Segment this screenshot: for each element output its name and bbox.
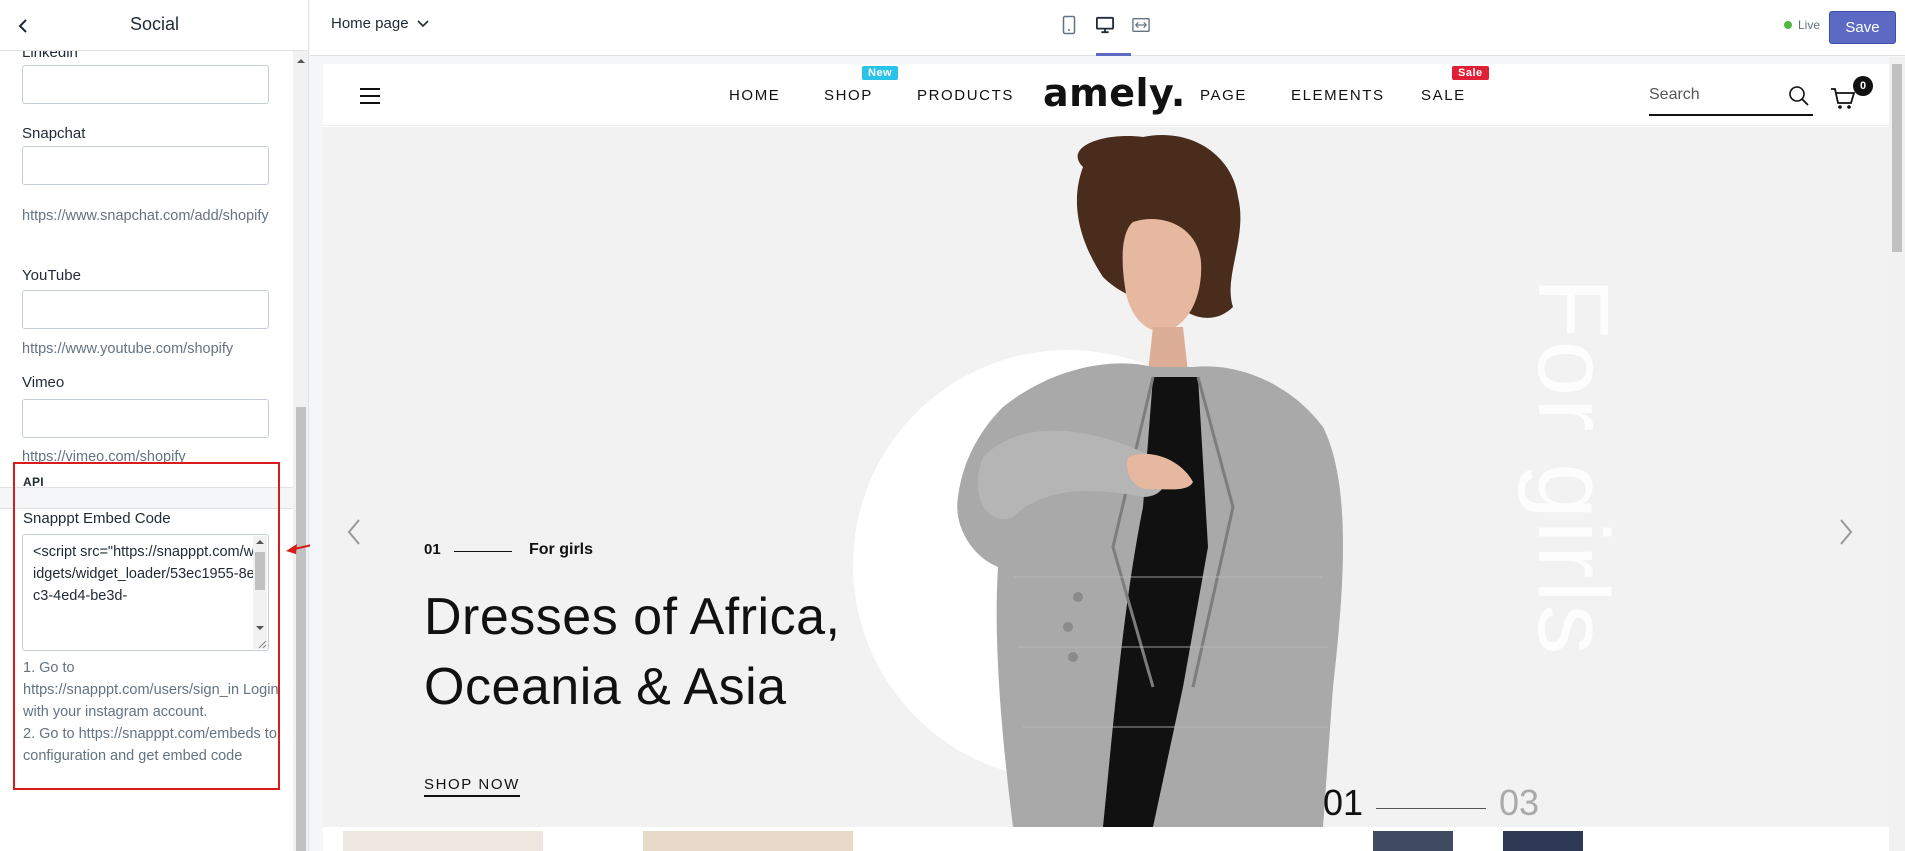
- settings-sidebar: Social Linkedin Snapchat https://www.sna…: [0, 0, 309, 851]
- youtube-help: https://www.youtube.com/shopify: [22, 341, 234, 357]
- pager-line: [1376, 808, 1486, 809]
- nav-page[interactable]: PAGE: [1200, 87, 1247, 104]
- live-status: Live: [1784, 18, 1820, 32]
- fullscreen-view-button[interactable]: [1132, 14, 1150, 36]
- scroll-up-icon[interactable]: [256, 540, 264, 544]
- desktop-view-button[interactable]: [1096, 14, 1114, 36]
- section-thumbnail: [1373, 831, 1453, 851]
- slide-tag: For girls: [529, 541, 594, 558]
- slider-next-icon[interactable]: [1837, 517, 1855, 547]
- nav-products[interactable]: PRODUCTS: [917, 87, 1014, 104]
- search-placeholder: Search: [1649, 86, 1700, 103]
- embed-code-textarea[interactable]: <script src="https://snapppt.com/widgets…: [22, 534, 269, 651]
- store-preview: HOME SHOP New PRODUCTS amely. PAGE ELEME…: [323, 64, 1889, 851]
- mobile-view-button[interactable]: [1060, 14, 1078, 36]
- nav-sale[interactable]: SALE: [1421, 87, 1466, 104]
- store-logo[interactable]: amely.: [1043, 71, 1186, 115]
- live-dot-icon: [1784, 21, 1792, 29]
- slide-number: 01: [424, 541, 441, 558]
- nav-elements[interactable]: ELEMENTS: [1291, 87, 1385, 104]
- page-selector-label: Home page: [331, 15, 409, 32]
- linkedin-label: Linkedin: [22, 51, 78, 61]
- slider-prev-icon[interactable]: [345, 517, 363, 547]
- hero-vertical-text: For girls: [1517, 277, 1630, 657]
- cart-count-badge: 0: [1853, 76, 1873, 96]
- editor-topbar: Home page Live Save: [310, 0, 1905, 56]
- section-thumbnail: [1503, 831, 1583, 851]
- save-button[interactable]: Save: [1829, 11, 1896, 44]
- active-device-indicator: [1096, 53, 1131, 56]
- api-help-text: 1. Go to https://snapppt.com/users/sign_…: [23, 657, 281, 767]
- fullscreen-icon: [1132, 18, 1150, 32]
- chevron-down-icon: [416, 19, 429, 27]
- api-help-line: 2. Go to https://snapppt.com/embeds to c…: [23, 726, 277, 764]
- api-heading: API: [23, 475, 44, 489]
- snapchat-help: https://www.snapchat.com/add/shopify: [22, 208, 269, 224]
- embed-code-label: Snapppt Embed Code: [23, 510, 171, 527]
- search-icon[interactable]: [1788, 85, 1810, 107]
- sidebar-scroll-up-icon[interactable]: [297, 59, 305, 63]
- hero-title: Dresses of Africa, Oceania & Asia: [424, 588, 841, 716]
- vimeo-label: Vimeo: [22, 374, 65, 391]
- nav-shop[interactable]: SHOP: [824, 87, 873, 104]
- textarea-scrollbar[interactable]: [253, 536, 267, 649]
- preview-scroll-thumb[interactable]: [1892, 64, 1902, 252]
- embed-code-value: <script src="https://snapppt.com/widgets…: [33, 544, 255, 604]
- new-badge: New: [862, 66, 899, 80]
- snapchat-label: Snapchat: [22, 125, 86, 142]
- page-selector[interactable]: Home page: [331, 15, 429, 32]
- resize-handle-icon[interactable]: [257, 639, 267, 649]
- sidebar-scrollbar[interactable]: [293, 51, 308, 851]
- pager-total: 03: [1499, 782, 1540, 823]
- sale-badge: Sale: [1452, 66, 1489, 80]
- store-search[interactable]: Search: [1649, 82, 1813, 116]
- hero-model-image: [957, 135, 1343, 827]
- mobile-icon: [1062, 15, 1076, 35]
- scroll-down-icon[interactable]: [256, 626, 264, 630]
- sidebar-header: Social: [0, 0, 308, 51]
- sidebar-title: Social: [129, 14, 180, 34]
- nav-home[interactable]: HOME: [729, 87, 780, 104]
- sidebar-scroll-thumb[interactable]: [296, 407, 306, 851]
- section-thumbnail: [643, 831, 853, 851]
- vimeo-input[interactable]: [22, 399, 269, 438]
- section-thumbnail: [343, 831, 543, 851]
- slide-line: [454, 551, 512, 552]
- store-header: HOME SHOP New PRODUCTS amely. PAGE ELEME…: [323, 64, 1889, 126]
- youtube-input[interactable]: [22, 290, 269, 329]
- linkedin-input[interactable]: [22, 65, 269, 104]
- preview-scrollbar[interactable]: [1889, 57, 1905, 851]
- api-section-highlight: API Snapppt Embed Code <script src="http…: [13, 462, 280, 790]
- api-help-line: 1. Go to https://snapppt.com/users/sign_…: [23, 660, 279, 720]
- snapchat-input[interactable]: [22, 146, 269, 185]
- hero-slider: For girls 01 For girls Dresses of Africa…: [323, 127, 1889, 827]
- textarea-scroll-thumb[interactable]: [255, 552, 265, 590]
- pager-current: 01: [1323, 782, 1364, 823]
- youtube-label: YouTube: [22, 267, 81, 284]
- next-section-peek: [323, 827, 1889, 851]
- desktop-icon: [1096, 16, 1114, 34]
- device-switcher: [1060, 14, 1150, 36]
- live-status-label: Live: [1798, 18, 1821, 32]
- shop-now-link[interactable]: SHOP NOW: [424, 776, 520, 797]
- hamburger-menu-icon[interactable]: [360, 88, 380, 104]
